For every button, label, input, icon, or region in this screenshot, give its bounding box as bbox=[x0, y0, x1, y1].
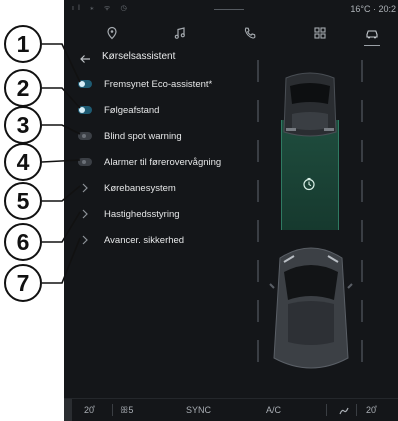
setting-driver-alerts[interactable]: Alarmer til førerovervågning bbox=[76, 153, 256, 171]
setting-eco-assistant[interactable]: Fremsynet Eco-assistent* bbox=[76, 75, 256, 93]
callout-1: 1 bbox=[4, 25, 42, 63]
callout-5: 5 bbox=[4, 182, 42, 220]
phone-icon bbox=[244, 27, 256, 39]
right-temperature[interactable]: 20̊ bbox=[366, 405, 376, 415]
callout-4: 4 bbox=[4, 143, 42, 181]
callout-2: 2 bbox=[4, 69, 42, 107]
back-arrow-icon[interactable] bbox=[78, 52, 92, 66]
setting-blind-spot[interactable]: Blind spot warning bbox=[76, 127, 256, 145]
infotainment-screen: ıl ⁎ ᯤ ◷ 16°C · 20:2 Kørselsassistent Fr… bbox=[64, 0, 398, 421]
tab-vehicle[interactable] bbox=[352, 20, 392, 46]
chevron-right-icon bbox=[82, 183, 88, 193]
map-pin-icon bbox=[107, 26, 117, 40]
tab-phone[interactable] bbox=[230, 20, 270, 46]
music-note-icon bbox=[174, 27, 185, 39]
toggle-switch[interactable] bbox=[78, 132, 92, 140]
setting-following-distance[interactable]: Følgeafstand bbox=[76, 101, 256, 119]
tab-apps[interactable] bbox=[300, 20, 340, 46]
setting-label: Kørebanesystem bbox=[104, 182, 176, 194]
tab-navigation[interactable] bbox=[92, 20, 132, 46]
setting-label: Alarmer til førerovervågning bbox=[104, 156, 222, 168]
setting-label: Avancer. sikkerhed bbox=[104, 234, 185, 246]
setting-label: Hastighedsstyring bbox=[104, 208, 180, 220]
chevron-right-icon bbox=[82, 209, 88, 219]
page-title: Kørselsassistent bbox=[102, 51, 176, 62]
callout-3: 3 bbox=[4, 106, 42, 144]
left-temperature[interactable]: 20̊ bbox=[84, 405, 94, 415]
driving-scene bbox=[244, 60, 398, 400]
sync-button[interactable]: SYNC bbox=[186, 405, 211, 415]
clock-icon bbox=[303, 177, 315, 191]
setting-speed-control[interactable]: Hastighedsstyring bbox=[76, 205, 256, 223]
own-vehicle bbox=[269, 247, 353, 369]
seat-heat-icon[interactable] bbox=[338, 405, 350, 416]
chevron-right-icon bbox=[82, 235, 88, 245]
car-icon bbox=[366, 30, 378, 39]
setting-advanced-safety[interactable]: Avancer. sikkerhed bbox=[76, 231, 256, 249]
fan-speed[interactable]: ꕥ5 bbox=[120, 405, 133, 416]
status-divider bbox=[214, 9, 244, 10]
temperature-clock: 16°C · 20:2 bbox=[350, 4, 396, 14]
setting-lane-system[interactable]: Kørebanesystem bbox=[76, 179, 256, 197]
apps-grid-icon bbox=[314, 27, 326, 39]
top-nav bbox=[74, 20, 398, 48]
status-bar: ıl ⁎ ᯤ ◷ 16°C · 20:2 bbox=[64, 0, 398, 18]
manual-illustration: ıl ⁎ ᯤ ◷ 16°C · 20:2 Kørselsassistent Fr… bbox=[0, 0, 398, 421]
setting-label: Blind spot warning bbox=[104, 130, 182, 142]
status-icons: ıl ⁎ ᯤ ◷ bbox=[72, 4, 131, 12]
toggle-switch[interactable] bbox=[78, 106, 92, 114]
callout-6: 6 bbox=[4, 223, 42, 261]
tab-media[interactable] bbox=[160, 20, 200, 46]
callout-7: 7 bbox=[4, 264, 42, 302]
ac-button[interactable]: A/C bbox=[266, 405, 281, 415]
toggle-switch[interactable] bbox=[78, 80, 92, 88]
front-vehicle bbox=[283, 72, 337, 137]
setting-label: Fremsynet Eco-assistent* bbox=[104, 78, 213, 90]
toggle-switch[interactable] bbox=[78, 158, 92, 166]
climate-bar: 20̊ ꕥ5 SYNC A/C 20̊ bbox=[64, 398, 398, 421]
setting-label: Følgeafstand bbox=[104, 104, 160, 116]
